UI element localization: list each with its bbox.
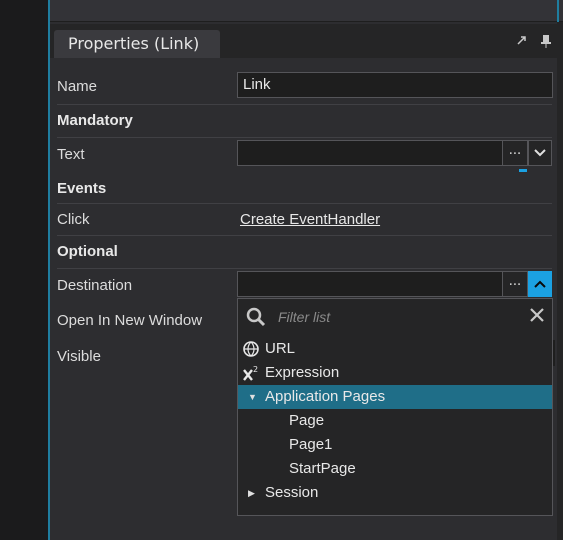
list-item-label: Page	[289, 412, 325, 429]
filter-row: Filter list	[238, 299, 552, 335]
list-item-page[interactable]: Page	[238, 409, 552, 433]
url-icon	[242, 340, 260, 358]
divider	[57, 268, 552, 269]
divider	[57, 203, 552, 204]
name-input[interactable]: Link	[237, 72, 553, 98]
list-item-label: URL	[265, 340, 296, 357]
tab-bar: Properties (Link)	[50, 24, 563, 58]
text-dropdown-button[interactable]	[528, 140, 552, 166]
clear-filter-icon[interactable]	[530, 306, 544, 327]
caret-right-icon[interactable]: ▶	[248, 481, 255, 505]
list-item-expression[interactable]: 2 Expression	[238, 361, 552, 385]
events-section: Events	[57, 180, 107, 197]
list-item-url[interactable]: URL	[238, 337, 552, 361]
caret-down-icon[interactable]: ▼	[248, 385, 257, 409]
text-label: Text	[57, 146, 85, 163]
text-input[interactable]	[237, 140, 503, 166]
list-item-session[interactable]: ▶ Session	[238, 481, 552, 505]
expression-icon: 2	[242, 364, 260, 382]
optional-section: Optional	[57, 243, 118, 260]
list-item-label: Page1	[289, 436, 333, 453]
left-sidebar	[0, 0, 48, 540]
open-new-window-label: Open In New Window	[57, 312, 203, 329]
visible-label: Visible	[57, 348, 101, 365]
tab-properties[interactable]: Properties (Link)	[54, 30, 220, 58]
pin-icon[interactable]	[539, 34, 553, 48]
list-item-label: Session	[265, 484, 319, 501]
top-panel	[50, 0, 563, 22]
create-eventhandler-link[interactable]: Create EventHandler	[240, 211, 380, 228]
list-item-application-pages[interactable]: ▼ Application Pages	[238, 385, 552, 409]
list-item-label: Expression	[265, 364, 340, 381]
focus-indicator	[519, 169, 527, 172]
svg-text:2: 2	[253, 365, 258, 374]
click-label: Click	[57, 211, 90, 228]
float-icon[interactable]	[515, 34, 529, 48]
right-edge	[557, 22, 563, 540]
mandatory-section: Mandatory	[57, 112, 133, 129]
destination-ellipsis-button[interactable]: ...	[502, 271, 528, 297]
divider	[57, 235, 552, 236]
list-item-page1[interactable]: Page1	[238, 433, 552, 457]
filter-input[interactable]: Filter list	[278, 309, 330, 325]
destination-dropdown-button[interactable]	[528, 271, 552, 297]
divider	[57, 137, 552, 138]
list-item-label: Application Pages	[265, 388, 386, 405]
destination-label: Destination	[57, 277, 133, 294]
list-item-startpage[interactable]: StartPage	[238, 457, 552, 481]
destination-input[interactable]	[237, 271, 503, 297]
name-label: Name	[57, 78, 98, 95]
divider	[57, 104, 552, 105]
chevron-up-icon	[534, 280, 546, 288]
search-icon	[246, 307, 266, 327]
text-ellipsis-button[interactable]: ...	[502, 140, 528, 166]
chevron-down-icon	[534, 149, 546, 157]
list-item-label: StartPage	[289, 460, 356, 477]
destination-dropdown-list[interactable]: Filter list URL 2 Expression ▼ Applicati…	[237, 298, 553, 516]
